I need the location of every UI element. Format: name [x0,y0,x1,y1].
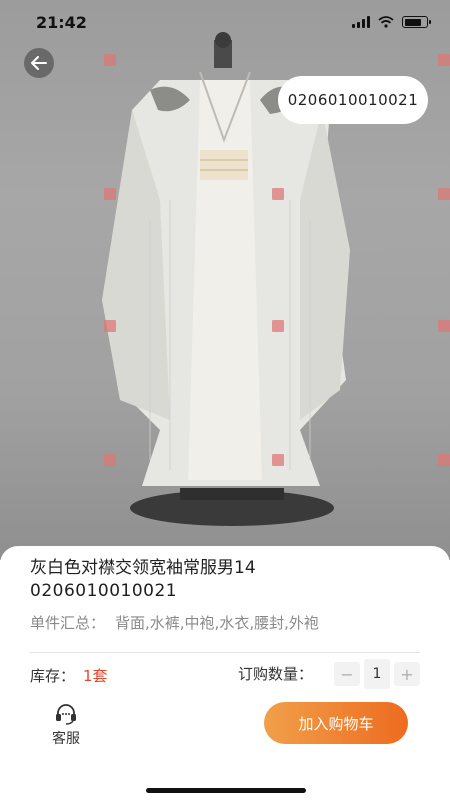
customer-service-button[interactable]: 客服 [46,702,86,748]
product-code: 0206010010021 [30,581,178,601]
watermark-mark [438,188,450,200]
watermark-mark [104,454,116,466]
increase-button[interactable]: + [394,662,420,686]
product-name: 灰白色对襟交领宽袖常服男14 [30,558,256,578]
status-icons [352,16,431,28]
quantity-value[interactable]: 1 [364,659,390,689]
quantity-label: 订购数量： [238,665,314,683]
summary-label: 单件汇总： [30,614,106,632]
watermark-mark [104,320,116,332]
stock-info: 库存： 1套 [30,665,108,686]
watermark-mark [438,54,450,66]
customer-service-label: 客服 [52,731,80,747]
back-arrow-icon [31,56,47,70]
add-to-cart-button[interactable]: 加入购物车 [264,702,408,744]
status-bar: 21:42 [0,0,450,44]
quantity-stepper: − 1 + [334,659,420,689]
summary-items: 背面,水裤,中袍,水衣,腰封,外袍 [115,614,319,632]
watermark-mark [272,188,284,200]
battery-icon [402,16,431,28]
wifi-icon [378,16,394,28]
signal-icon [352,16,370,28]
watermark-mark [104,54,116,66]
product-code-badge: 0206010010021 [278,76,428,124]
item-summary: 单件汇总： 背面,水裤,中袍,水衣,腰封,外袍 [30,612,319,633]
watermark-mark [438,454,450,466]
status-time: 21:42 [36,12,87,32]
divider [30,652,420,653]
watermark-mark [104,188,116,200]
back-button[interactable] [24,48,54,78]
watermark-mark [272,454,284,466]
watermark-mark [272,320,284,332]
stock-value: 1套 [83,667,108,685]
headset-icon [56,704,76,725]
product-photo[interactable]: 21:42 0206010010021 [0,0,450,560]
watermark-mark [438,320,450,332]
decrease-button[interactable]: − [334,662,360,686]
home-indicator [146,788,306,793]
stock-label: 库存： [30,667,76,685]
